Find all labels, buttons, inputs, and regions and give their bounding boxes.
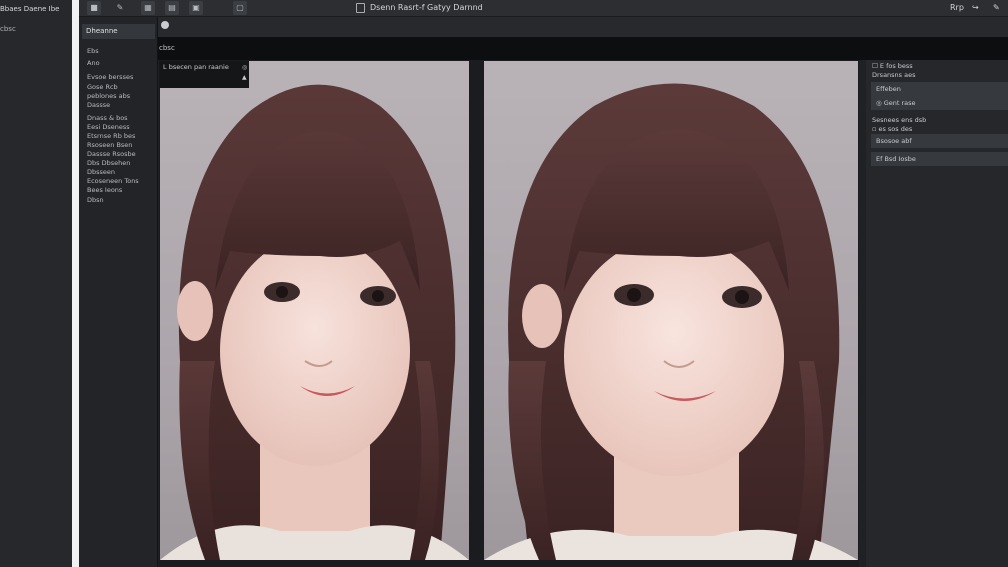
panel-label: ▫ es sos des	[872, 125, 913, 133]
left-panel: Bbaes Daene Ibe cbsc	[0, 0, 72, 567]
image-icon[interactable]: ▣	[189, 1, 203, 15]
sidebar-item[interactable]: Dbsseen	[87, 168, 115, 176]
image-info-text: L bsecen pan raanie	[163, 63, 229, 71]
sidebar-item[interactable]: Ebs	[87, 47, 99, 55]
sidebar-item[interactable]: Eesi Dseness	[87, 123, 130, 131]
settings-icon[interactable]	[161, 21, 169, 29]
stop-icon[interactable]: ■	[87, 1, 101, 15]
frame-icon[interactable]: ▢	[233, 1, 247, 15]
panel-label: ☐ E fos bess	[872, 62, 913, 70]
sidebar-item[interactable]: Etsrnse Rb bes	[87, 132, 135, 140]
document-title: Dsenn Rasrt-f Gatyy Darnnd	[370, 3, 483, 12]
panel-divider	[72, 0, 79, 567]
sidebar-item[interactable]: Ano	[87, 59, 100, 67]
sidebar-item[interactable]: Dnass & bos	[87, 114, 128, 122]
sidebar-item[interactable]: Gose Rcb	[87, 83, 118, 91]
sidebar-item[interactable]: Dbs Dbsehen	[87, 159, 130, 167]
top-toolbar: ■ ✎ ▦ ▤ ▣ ▢ Dsenn Rasrt-f Gatyy Darnnd R…	[79, 0, 1008, 17]
left-sub-label: cbsc	[0, 25, 16, 33]
sidebar-item[interactable]: Evsoe bersses	[87, 73, 133, 81]
panel-label: Sesnees ens dsb	[872, 116, 927, 124]
info-bar: cbsc	[79, 37, 1008, 60]
sidebar-item[interactable]: Ecoseneen Tons	[87, 177, 139, 185]
triangle-icon[interactable]: ▲	[242, 74, 247, 81]
sidebar-item[interactable]: Rsoseen Bsen	[87, 141, 132, 149]
panel-field[interactable]: Ef Bsd Iosbe	[871, 152, 1008, 166]
info-bar-label: cbsc	[159, 44, 175, 52]
sidebar-item[interactable]: Dbsn	[87, 196, 104, 204]
left-menu-label[interactable]: Bbaes Daene Ibe	[0, 5, 59, 13]
sidebar-header[interactable]: Dheanne	[82, 24, 155, 39]
sidebar-item[interactable]: peblones abs	[87, 92, 130, 100]
portrait-image-before[interactable]	[160, 61, 469, 560]
file-icon	[356, 3, 365, 13]
image-info-tag[interactable]: L bsecen pan raanie ◎ ▲	[159, 61, 249, 88]
secondary-bar	[79, 17, 1008, 37]
grid-icon[interactable]: ▦	[141, 1, 155, 15]
toolbar-right-item[interactable]: Rrp	[950, 3, 964, 12]
sidebar-item[interactable]: Dassse Rsosbe	[87, 150, 136, 158]
panel-field[interactable]: Bsosoe abf	[871, 134, 1008, 148]
panel-field[interactable]: ◎ Gent rase	[871, 96, 1008, 110]
layers-icon[interactable]: ▤	[165, 1, 179, 15]
properties-panel: ☐ E fos bess Drsansns aes Effeben ◎ Gent…	[866, 60, 1008, 567]
view-icon[interactable]: ◎	[242, 64, 247, 71]
edit-icon[interactable]: ✎	[993, 3, 1000, 12]
panel-field[interactable]: Effeben	[871, 82, 1008, 96]
portrait-image-after[interactable]	[484, 61, 858, 560]
panel-label: Drsansns aes	[872, 71, 916, 79]
sidebar-item[interactable]: Dassse	[87, 101, 110, 109]
brush-icon[interactable]: ✎	[113, 1, 127, 15]
sidebar-item[interactable]: Bees Ieons	[87, 186, 122, 194]
sidebar: Dheanne Ebs Ano Evsoe bersses Gose Rcb p…	[79, 17, 158, 567]
redo-icon[interactable]: ↪	[972, 3, 979, 12]
